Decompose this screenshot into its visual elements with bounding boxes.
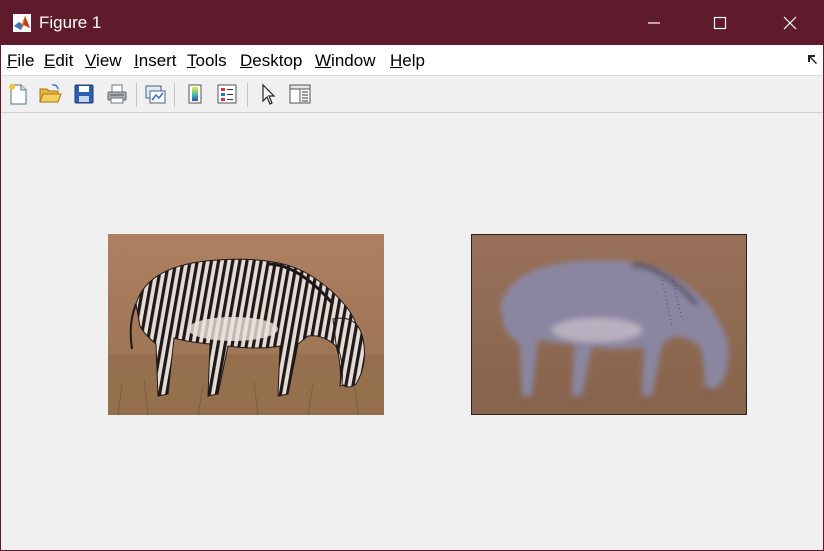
- link-plot-icon: [145, 85, 166, 104]
- insert-legend-button[interactable]: [214, 81, 240, 107]
- menu-tools-mnemonic: T: [187, 51, 196, 70]
- save-button[interactable]: [71, 81, 97, 107]
- menu-window-label: indow: [331, 51, 376, 70]
- maximize-icon: [713, 16, 727, 30]
- menu-insert[interactable]: Insert: [134, 51, 177, 71]
- toolbar-separator: [174, 83, 175, 107]
- menu-view-mnemonic: V: [85, 51, 97, 70]
- edit-plot-icon: [262, 83, 276, 105]
- colorbar-icon: [188, 84, 202, 104]
- menu-help[interactable]: Help: [390, 51, 425, 71]
- menu-edit[interactable]: Edit: [44, 51, 73, 71]
- menu-help-mnemonic: H: [390, 51, 403, 70]
- legend-icon: [217, 84, 237, 104]
- print-button[interactable]: [104, 81, 130, 107]
- menu-bar: File Edit View Insert Tools Desktop Wind…: [1, 45, 823, 76]
- matlab-icon: [13, 14, 31, 32]
- zebra-original-image: [108, 234, 384, 415]
- close-icon: [783, 16, 797, 30]
- save-icon: [74, 84, 94, 104]
- insert-colorbar-button[interactable]: [182, 81, 208, 107]
- menu-view[interactable]: View: [85, 51, 122, 71]
- figure-canvas: [1, 113, 823, 550]
- new-figure-button[interactable]: [5, 81, 31, 107]
- edit-plot-button[interactable]: [255, 81, 281, 107]
- figure-window: Figure 1 File Edit View Insert Tools Des…: [0, 0, 824, 551]
- menu-file-label: ile: [17, 51, 35, 70]
- menu-window[interactable]: Window: [315, 51, 375, 71]
- menu-help-label: elp: [402, 51, 425, 70]
- maximize-button[interactable]: [697, 1, 743, 45]
- toolbar-separator: [247, 83, 248, 107]
- axes-blurred[interactable]: [471, 234, 747, 415]
- minimize-button[interactable]: [631, 1, 677, 45]
- open-file-button[interactable]: [37, 81, 63, 107]
- toolbar: [1, 76, 823, 113]
- menu-edit-label: dit: [55, 51, 74, 70]
- new-figure-icon: [9, 84, 27, 105]
- link-plot-button[interactable]: [142, 81, 168, 107]
- print-icon: [107, 84, 127, 104]
- menu-file-mnemonic: F: [7, 51, 18, 70]
- menu-desktop-label: esktop: [252, 51, 303, 70]
- open-file-icon: [39, 84, 62, 103]
- close-button[interactable]: [767, 1, 813, 45]
- zebra-blurred-image: [472, 235, 746, 414]
- menu-edit-mnemonic: E: [44, 51, 56, 70]
- dock-arrow-icon[interactable]: [807, 53, 819, 65]
- menu-file[interactable]: File: [7, 51, 34, 71]
- menu-tools-label: ools: [195, 51, 227, 70]
- minimize-icon: [648, 22, 660, 24]
- window-title: Figure 1: [39, 13, 102, 32]
- menu-tools[interactable]: Tools: [187, 51, 227, 71]
- axes-original[interactable]: [108, 234, 384, 415]
- menu-desktop[interactable]: Desktop: [240, 51, 302, 71]
- title-bar[interactable]: Figure 1: [1, 1, 823, 45]
- menu-view-label: iew: [96, 51, 122, 70]
- menu-insert-label: nsert: [138, 51, 177, 70]
- property-inspector-icon: [289, 84, 311, 104]
- menu-window-mnemonic: W: [315, 51, 332, 70]
- property-inspector-button[interactable]: [287, 81, 313, 107]
- menu-desktop-mnemonic: D: [240, 51, 253, 70]
- toolbar-separator: [136, 83, 137, 107]
